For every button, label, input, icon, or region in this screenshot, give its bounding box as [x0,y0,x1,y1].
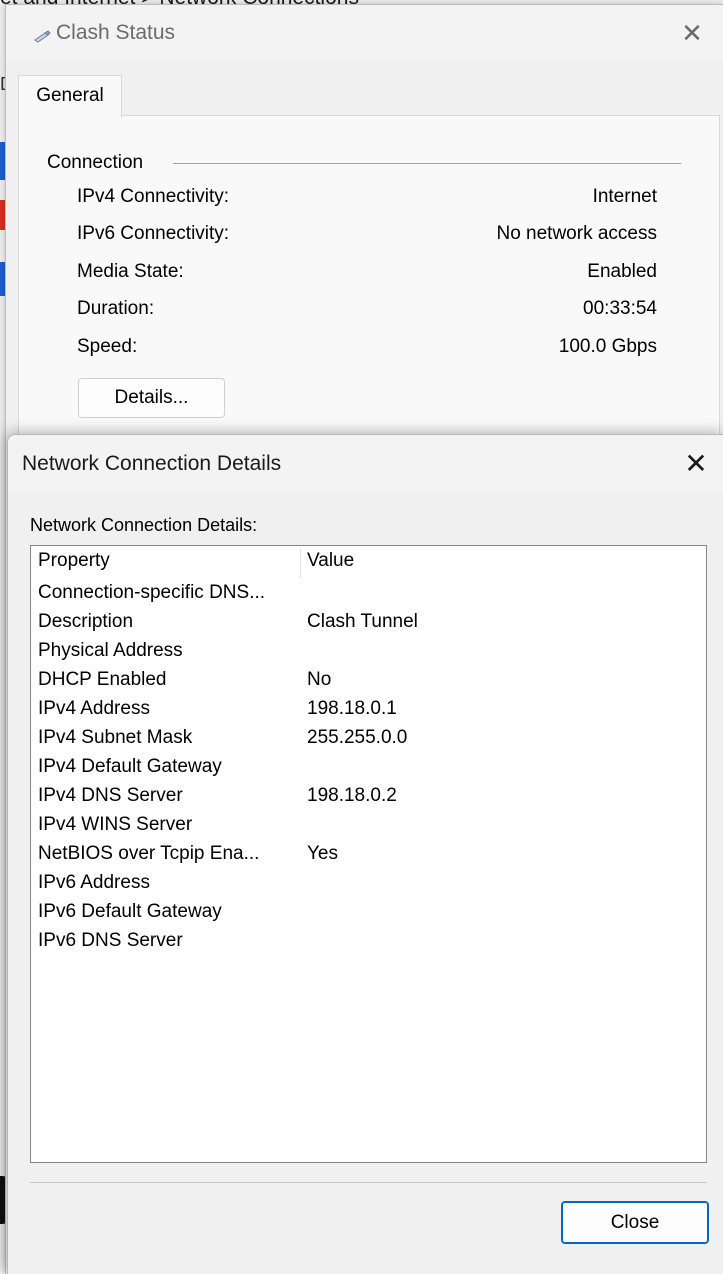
property-cell: IPv4 DNS Server [38,785,183,806]
property-cell: Description [38,611,134,632]
list-row[interactable]: DHCP Enabled No [31,667,706,696]
list-row[interactable]: IPv6 Address [31,870,706,899]
row-value: Internet [592,186,657,207]
list-row[interactable]: Connection-specific DNS... [31,580,706,609]
column-header-property[interactable]: Property [38,550,110,572]
property-cell: IPv6 Address [38,872,150,893]
close-icon[interactable]: ✕ [678,19,706,47]
list-row[interactable]: Physical Address [31,638,706,667]
divider [30,1182,707,1183]
value-cell: Clash Tunnel [307,611,418,632]
value-cell: 255.255.0.0 [307,727,408,748]
property-cell: IPv4 WINS Server [38,814,193,835]
details-list[interactable]: Property Value Connection-specific DNS..… [30,545,707,1163]
property-cell: NetBIOS over Tcpip Ena... [38,843,260,864]
list-row[interactable]: IPv4 WINS Server [31,812,706,841]
window-title: Network Connection Details [22,452,282,475]
column-divider[interactable] [300,548,301,578]
value-cell: Yes [307,843,338,864]
speed-row: Speed: 100.0 Gbps [77,336,657,366]
duration-row: Duration: 00:33:54 [77,298,657,328]
list-row[interactable]: IPv4 Subnet Mask 255.255.0.0 [31,725,706,754]
property-cell: IPv4 Address [38,698,150,719]
list-row[interactable]: IPv6 DNS Server [31,928,706,957]
title-bar: Network Connection Details ✕ [8,435,723,493]
details-button[interactable]: Details... [78,378,225,418]
list-row[interactable]: Description Clash Tunnel [31,609,706,638]
list-header: Property Value [31,546,706,580]
list-row[interactable]: IPv4 DNS Server 198.18.0.2 [31,783,706,812]
row-label: Speed: [77,336,138,357]
row-value: No network access [496,223,657,244]
media-state-row: Media State: Enabled [77,261,657,291]
property-cell: IPv4 Default Gateway [38,756,222,777]
group-title: Connection [47,152,158,174]
row-label: IPv6 Connectivity: [77,223,230,244]
tab-panel: Connection IPv4 Connectivity: Internet I… [18,115,720,477]
close-button[interactable]: Close [561,1201,709,1244]
property-cell: Connection-specific DNS... [38,582,266,603]
network-connection-details-dialog: Network Connection Details ✕ Network Con… [7,434,723,1274]
value-cell: 198.18.0.2 [307,785,397,806]
row-label: IPv4 Connectivity: [77,186,230,207]
column-header-value[interactable]: Value [307,550,354,572]
row-value: Enabled [587,261,657,282]
close-icon[interactable]: ✕ [681,449,711,479]
divider [173,163,681,164]
property-cell: DHCP Enabled [38,669,167,690]
property-cell: Physical Address [38,640,183,661]
list-row[interactable]: IPv4 Default Gateway [31,754,706,783]
ipv6-connectivity-row: IPv6 Connectivity: No network access [77,223,657,253]
property-cell: IPv4 Subnet Mask [38,727,193,748]
property-cell: IPv6 Default Gateway [38,901,222,922]
row-label: Duration: [77,298,155,319]
tab-general[interactable]: General [18,75,122,118]
property-cell: IPv6 DNS Server [38,930,183,951]
title-bar: Clash Status ✕ [6,5,723,61]
list-row[interactable]: NetBIOS over Tcpip Ena... Yes [31,841,706,870]
ipv4-connectivity-row: IPv4 Connectivity: Internet [77,186,657,216]
list-caption: Network Connection Details: [30,515,258,535]
value-cell: No [307,669,332,690]
row-value: 00:33:54 [583,298,657,319]
window-title: Clash Status [56,21,176,44]
list-row[interactable]: IPv4 Address 198.18.0.1 [31,696,706,725]
row-value: 100.0 Gbps [558,336,657,357]
row-label: Media State: [77,261,184,282]
network-cable-icon [33,29,51,48]
value-cell: 198.18.0.1 [307,698,397,719]
list-row[interactable]: IPv6 Default Gateway [31,899,706,928]
